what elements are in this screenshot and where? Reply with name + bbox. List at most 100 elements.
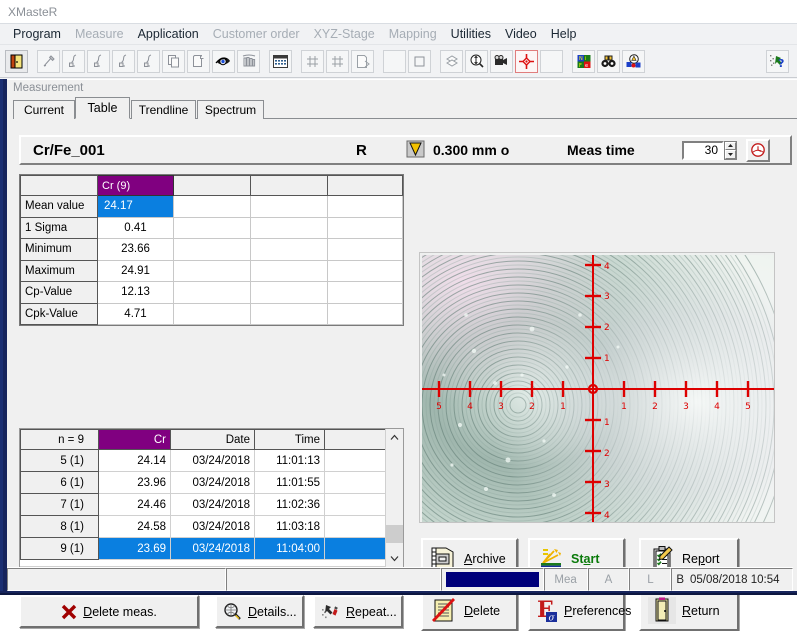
histogram-icon[interactable] <box>237 50 260 73</box>
stats-empty-cell[interactable] <box>328 260 403 282</box>
help-pointer-icon[interactable]: ? <box>766 50 789 73</box>
row-extra[interactable] <box>325 538 389 560</box>
row-date[interactable]: 03/24/2018 <box>171 538 255 560</box>
crosshair-icon[interactable] <box>515 50 538 73</box>
stats-row-value[interactable]: 23.66 <box>98 239 174 261</box>
curve-2-icon[interactable] <box>87 50 110 73</box>
stats-empty-cell[interactable] <box>174 303 251 325</box>
layers-icon[interactable] <box>440 50 463 73</box>
tab-current[interactable]: Current <box>13 100 75 119</box>
stats-empty-cell[interactable] <box>251 303 328 325</box>
stats-empty-cell[interactable] <box>251 196 328 218</box>
magnify-color-icon[interactable] <box>622 50 645 73</box>
menu-item-mapping[interactable]: Mapping <box>382 27 444 41</box>
measurements-col-date[interactable]: Date <box>171 430 255 450</box>
stats-empty-cell[interactable] <box>328 282 403 304</box>
row-cr[interactable]: 24.14 <box>99 450 171 472</box>
calendar-table-icon[interactable] <box>269 50 292 73</box>
stats-col-header-4[interactable] <box>328 176 403 196</box>
stats-empty-cell[interactable] <box>328 217 403 239</box>
spin-down-button[interactable] <box>725 150 736 159</box>
row-time[interactable]: 11:04:00 <box>255 538 325 560</box>
blank-icon[interactable] <box>383 50 406 73</box>
row-time[interactable]: 11:02:36 <box>255 494 325 516</box>
open-door-icon[interactable] <box>5 50 28 73</box>
spin-buttons[interactable] <box>724 141 737 160</box>
vertical-scrollbar[interactable] <box>385 429 403 567</box>
vertical-scroll-thumb[interactable] <box>386 525 403 543</box>
video-canvas[interactable]: 543 21 123 45 12 34 12 34 <box>422 255 774 522</box>
row-cr[interactable]: 24.46 <box>99 494 171 516</box>
copy-icon[interactable] <box>162 50 185 73</box>
stats-empty-cell[interactable] <box>174 196 251 218</box>
menu-item-customer-order[interactable]: Customer order <box>206 27 307 41</box>
curve-3-icon[interactable] <box>112 50 135 73</box>
stats-col-header-2[interactable] <box>174 176 251 196</box>
pencil-measure-icon[interactable] <box>37 50 60 73</box>
row-date[interactable]: 03/24/2018 <box>171 472 255 494</box>
stats-empty-cell[interactable] <box>251 217 328 239</box>
stats-row-value[interactable]: 24.17 <box>98 196 174 218</box>
spin-up-button[interactable] <box>725 142 736 151</box>
grid-1-icon[interactable] <box>301 50 324 73</box>
stats-row-value[interactable]: 0.41 <box>98 217 174 239</box>
tab-spectrum[interactable]: Spectrum <box>197 100 264 119</box>
repeat-button[interactable]: Repeat... <box>313 595 403 628</box>
tab-table[interactable]: Table <box>75 97 130 119</box>
curve-4-icon[interactable] <box>137 50 160 73</box>
curve-1-icon[interactable] <box>62 50 85 73</box>
stats-col-header-cr[interactable]: Cr (9) <box>98 176 174 196</box>
doc-arrow-icon[interactable] <box>351 50 374 73</box>
camera-icon[interactable] <box>490 50 513 73</box>
measurements-col-time[interactable]: Time <box>255 430 325 450</box>
menu-item-application[interactable]: Application <box>131 27 206 41</box>
blank2-icon[interactable] <box>540 50 563 73</box>
color-palette-icon[interactable]: N i F e <box>572 50 595 73</box>
paste-icon[interactable] <box>187 50 210 73</box>
menu-item-help[interactable]: Help <box>544 27 584 41</box>
meas-time-input[interactable]: 30 <box>682 141 724 160</box>
row-time[interactable]: 11:01:13 <box>255 450 325 472</box>
stats-empty-cell[interactable] <box>174 282 251 304</box>
delete-meas-button[interactable]: Delete meas. <box>19 595 199 628</box>
stats-empty-cell[interactable] <box>251 260 328 282</box>
stats-row-value[interactable]: 24.91 <box>98 260 174 282</box>
row-extra[interactable] <box>325 472 389 494</box>
stats-empty-cell[interactable] <box>251 239 328 261</box>
delete-button[interactable]: Delete <box>421 590 518 631</box>
stats-empty-cell[interactable] <box>251 282 328 304</box>
stats-row-value[interactable]: 12.13 <box>98 282 174 304</box>
stats-row-value[interactable]: 4.71 <box>98 303 174 325</box>
row-cr[interactable]: 23.69 <box>99 538 171 560</box>
eye-icon[interactable] <box>212 50 235 73</box>
stats-empty-cell[interactable] <box>174 239 251 261</box>
row-extra[interactable] <box>325 494 389 516</box>
scroll-down-arrow-icon[interactable] <box>386 550 403 567</box>
tab-trendline[interactable]: Trendline <box>131 100 196 119</box>
details-button[interactable]: Details... <box>215 595 304 628</box>
binocular-icon[interactable] <box>597 50 620 73</box>
row-cr[interactable]: 23.96 <box>99 472 171 494</box>
preferences-button[interactable]: E σ Preferences <box>528 590 625 631</box>
return-button[interactable]: Return <box>639 590 739 631</box>
scroll-up-arrow-icon[interactable] <box>386 429 403 446</box>
menu-item-measure[interactable]: Measure <box>68 27 131 41</box>
stats-empty-cell[interactable] <box>328 239 403 261</box>
menu-item-xyz-stage[interactable]: XYZ-Stage <box>307 27 382 41</box>
stats-empty-cell[interactable] <box>174 217 251 239</box>
row-time[interactable]: 11:03:18 <box>255 516 325 538</box>
row-extra[interactable] <box>325 516 389 538</box>
menu-item-program[interactable]: Program <box>6 27 68 41</box>
row-date[interactable]: 03/24/2018 <box>171 494 255 516</box>
row-cr[interactable]: 24.58 <box>99 516 171 538</box>
menu-item-video[interactable]: Video <box>498 27 544 41</box>
row-time[interactable]: 11:01:55 <box>255 472 325 494</box>
row-date[interactable]: 03/24/2018 <box>171 516 255 538</box>
measurements-col-extra[interactable] <box>325 430 389 450</box>
menu-item-utilities[interactable]: Utilities <box>444 27 498 41</box>
meas-time-spinner[interactable]: 30 <box>682 139 770 162</box>
clock-icon[interactable] <box>746 139 770 162</box>
stats-empty-cell[interactable] <box>328 303 403 325</box>
microscope-video-panel[interactable]: 543 21 123 45 12 34 12 34 <box>419 252 775 523</box>
row-date[interactable]: 03/24/2018 <box>171 450 255 472</box>
